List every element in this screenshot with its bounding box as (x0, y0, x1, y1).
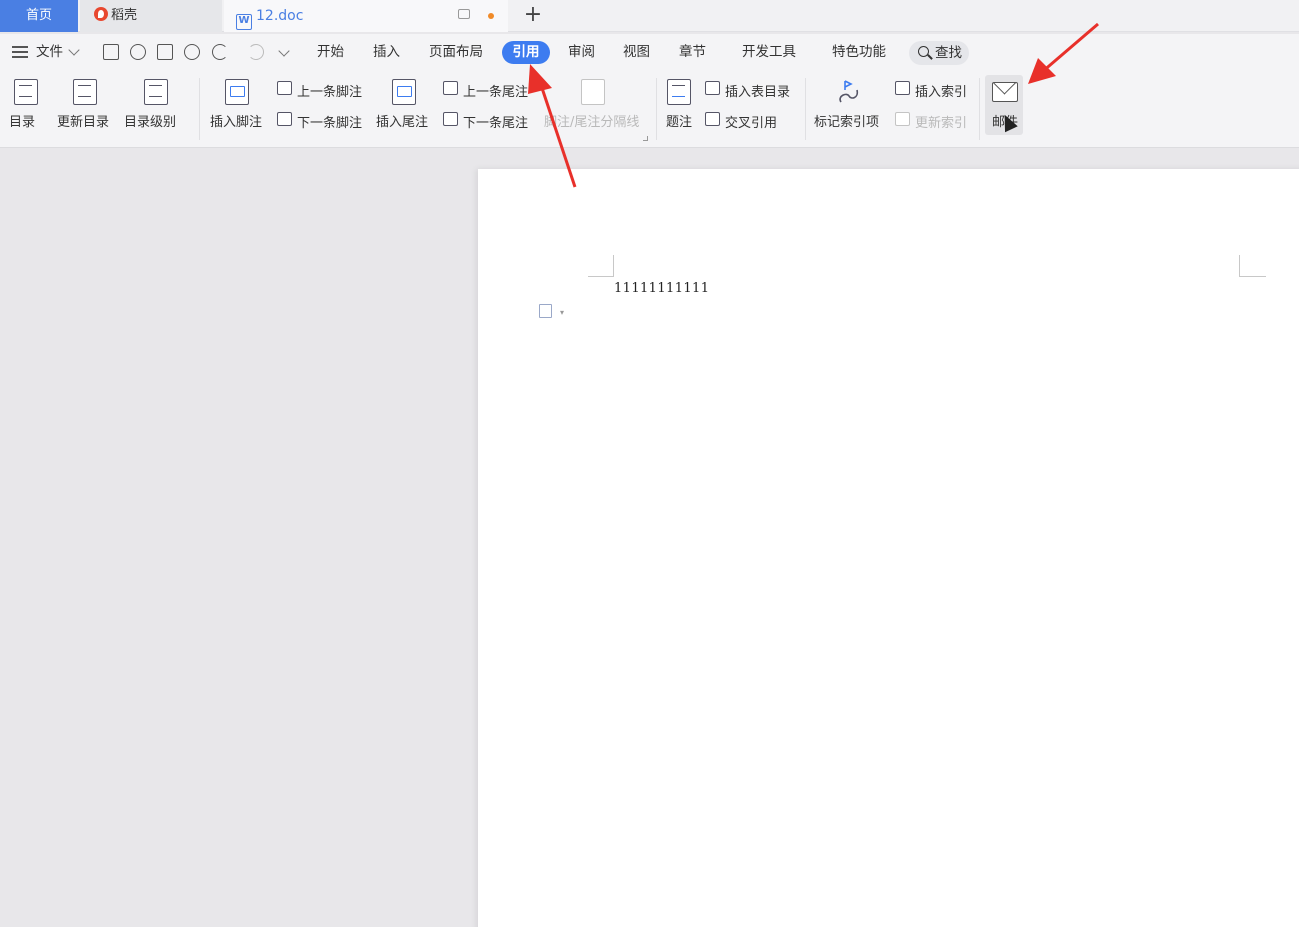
redo-icon (248, 44, 264, 60)
insert-endnote-label: 插入尾注 (376, 115, 429, 130)
tab-daoke-label: 稻壳 (111, 8, 138, 23)
save-icon[interactable] (103, 44, 119, 60)
insert-index-button[interactable]: 插入索引 (915, 81, 967, 100)
annotation-arrow-icon (1028, 22, 1099, 84)
insert-footnote-label: 插入脚注 (210, 115, 263, 130)
update-index-icon (895, 112, 910, 126)
update-toc-label: 更新目录 (57, 115, 110, 130)
caret-down-icon[interactable]: ▾ (560, 308, 564, 317)
print-icon[interactable] (157, 44, 173, 60)
insert-table-of-figures-button[interactable]: 插入表目录 (725, 81, 790, 100)
insert-footnote-icon (225, 79, 249, 105)
new-tab-button[interactable]: + (522, 0, 544, 32)
update-toc-icon (73, 79, 97, 105)
ribbon-separator (656, 78, 657, 140)
mail-icon (992, 82, 1018, 102)
cross-reference-icon (705, 112, 720, 126)
customize-toolbar-icon[interactable] (278, 45, 290, 57)
toc-level-label: 目录级别 (124, 115, 177, 130)
update-index-button: 更新索引 (915, 116, 968, 131)
tab-developer[interactable]: 开发工具 (742, 34, 796, 70)
screen-icon[interactable] (458, 9, 470, 19)
next-footnote-icon (277, 112, 292, 126)
ribbon-separator (805, 78, 806, 140)
next-footnote-button[interactable]: 下一条脚注 (297, 112, 362, 131)
toc-label: 目录 (9, 115, 36, 130)
cross-reference-button[interactable]: 交叉引用 (725, 112, 777, 131)
tab-chapter[interactable]: 章节 (679, 34, 706, 70)
annotation-arrow-icon (528, 64, 577, 188)
tab-daoke[interactable]: 稻壳 (80, 0, 222, 32)
unsaved-dot-icon (488, 13, 494, 19)
daoke-logo-icon (94, 7, 108, 21)
tab-start[interactable]: 开始 (317, 34, 344, 70)
caption-icon (667, 79, 691, 105)
document-page[interactable] (478, 169, 1299, 927)
tab-view[interactable]: 视图 (623, 34, 650, 70)
ribbon-separator (199, 78, 200, 140)
tab-page-layout[interactable]: 页面布局 (429, 34, 483, 70)
ribbon-separator (979, 78, 980, 140)
group-launcher-icon[interactable] (643, 136, 648, 141)
insert-endnote-icon (392, 79, 416, 105)
margin-corner-mark (588, 255, 614, 277)
tab-document-label: 12.doc (256, 8, 304, 24)
tab-special-features[interactable]: 特色功能 (832, 34, 886, 70)
mark-index-icon (839, 80, 859, 103)
search-icon (918, 46, 929, 57)
document-text[interactable]: 11111111111 (614, 281, 709, 296)
margin-corner-mark (1239, 255, 1266, 277)
format-painter-icon[interactable] (130, 44, 146, 60)
tab-document[interactable]: W 12.doc (224, 0, 508, 32)
toc-level-icon (144, 79, 168, 105)
prev-footnote-button[interactable]: 上一条脚注 (297, 81, 362, 100)
toc-icon (14, 79, 38, 105)
prev-footnote-icon (277, 81, 292, 95)
tab-home[interactable]: 首页 (0, 0, 78, 32)
table-of-figures-icon (705, 81, 720, 95)
next-endnote-icon (443, 112, 458, 126)
paragraph-layout-icon[interactable] (539, 304, 552, 318)
hamburger-menu-icon[interactable] (12, 46, 28, 58)
prev-endnote-icon (443, 81, 458, 95)
search-button[interactable]: 查找 (909, 41, 969, 65)
chevron-down-icon[interactable] (68, 44, 80, 56)
search-label: 查找 (935, 45, 962, 61)
word-doc-icon: W (236, 14, 252, 30)
caption-label: 题注 (666, 115, 693, 130)
mark-index-entry-label: 标记索引项 (814, 115, 880, 130)
undo-icon[interactable] (212, 44, 228, 60)
tab-insert[interactable]: 插入 (373, 34, 400, 70)
file-menu[interactable]: 文件 (36, 34, 63, 70)
print-preview-icon[interactable] (184, 44, 200, 60)
insert-index-icon (895, 81, 910, 95)
